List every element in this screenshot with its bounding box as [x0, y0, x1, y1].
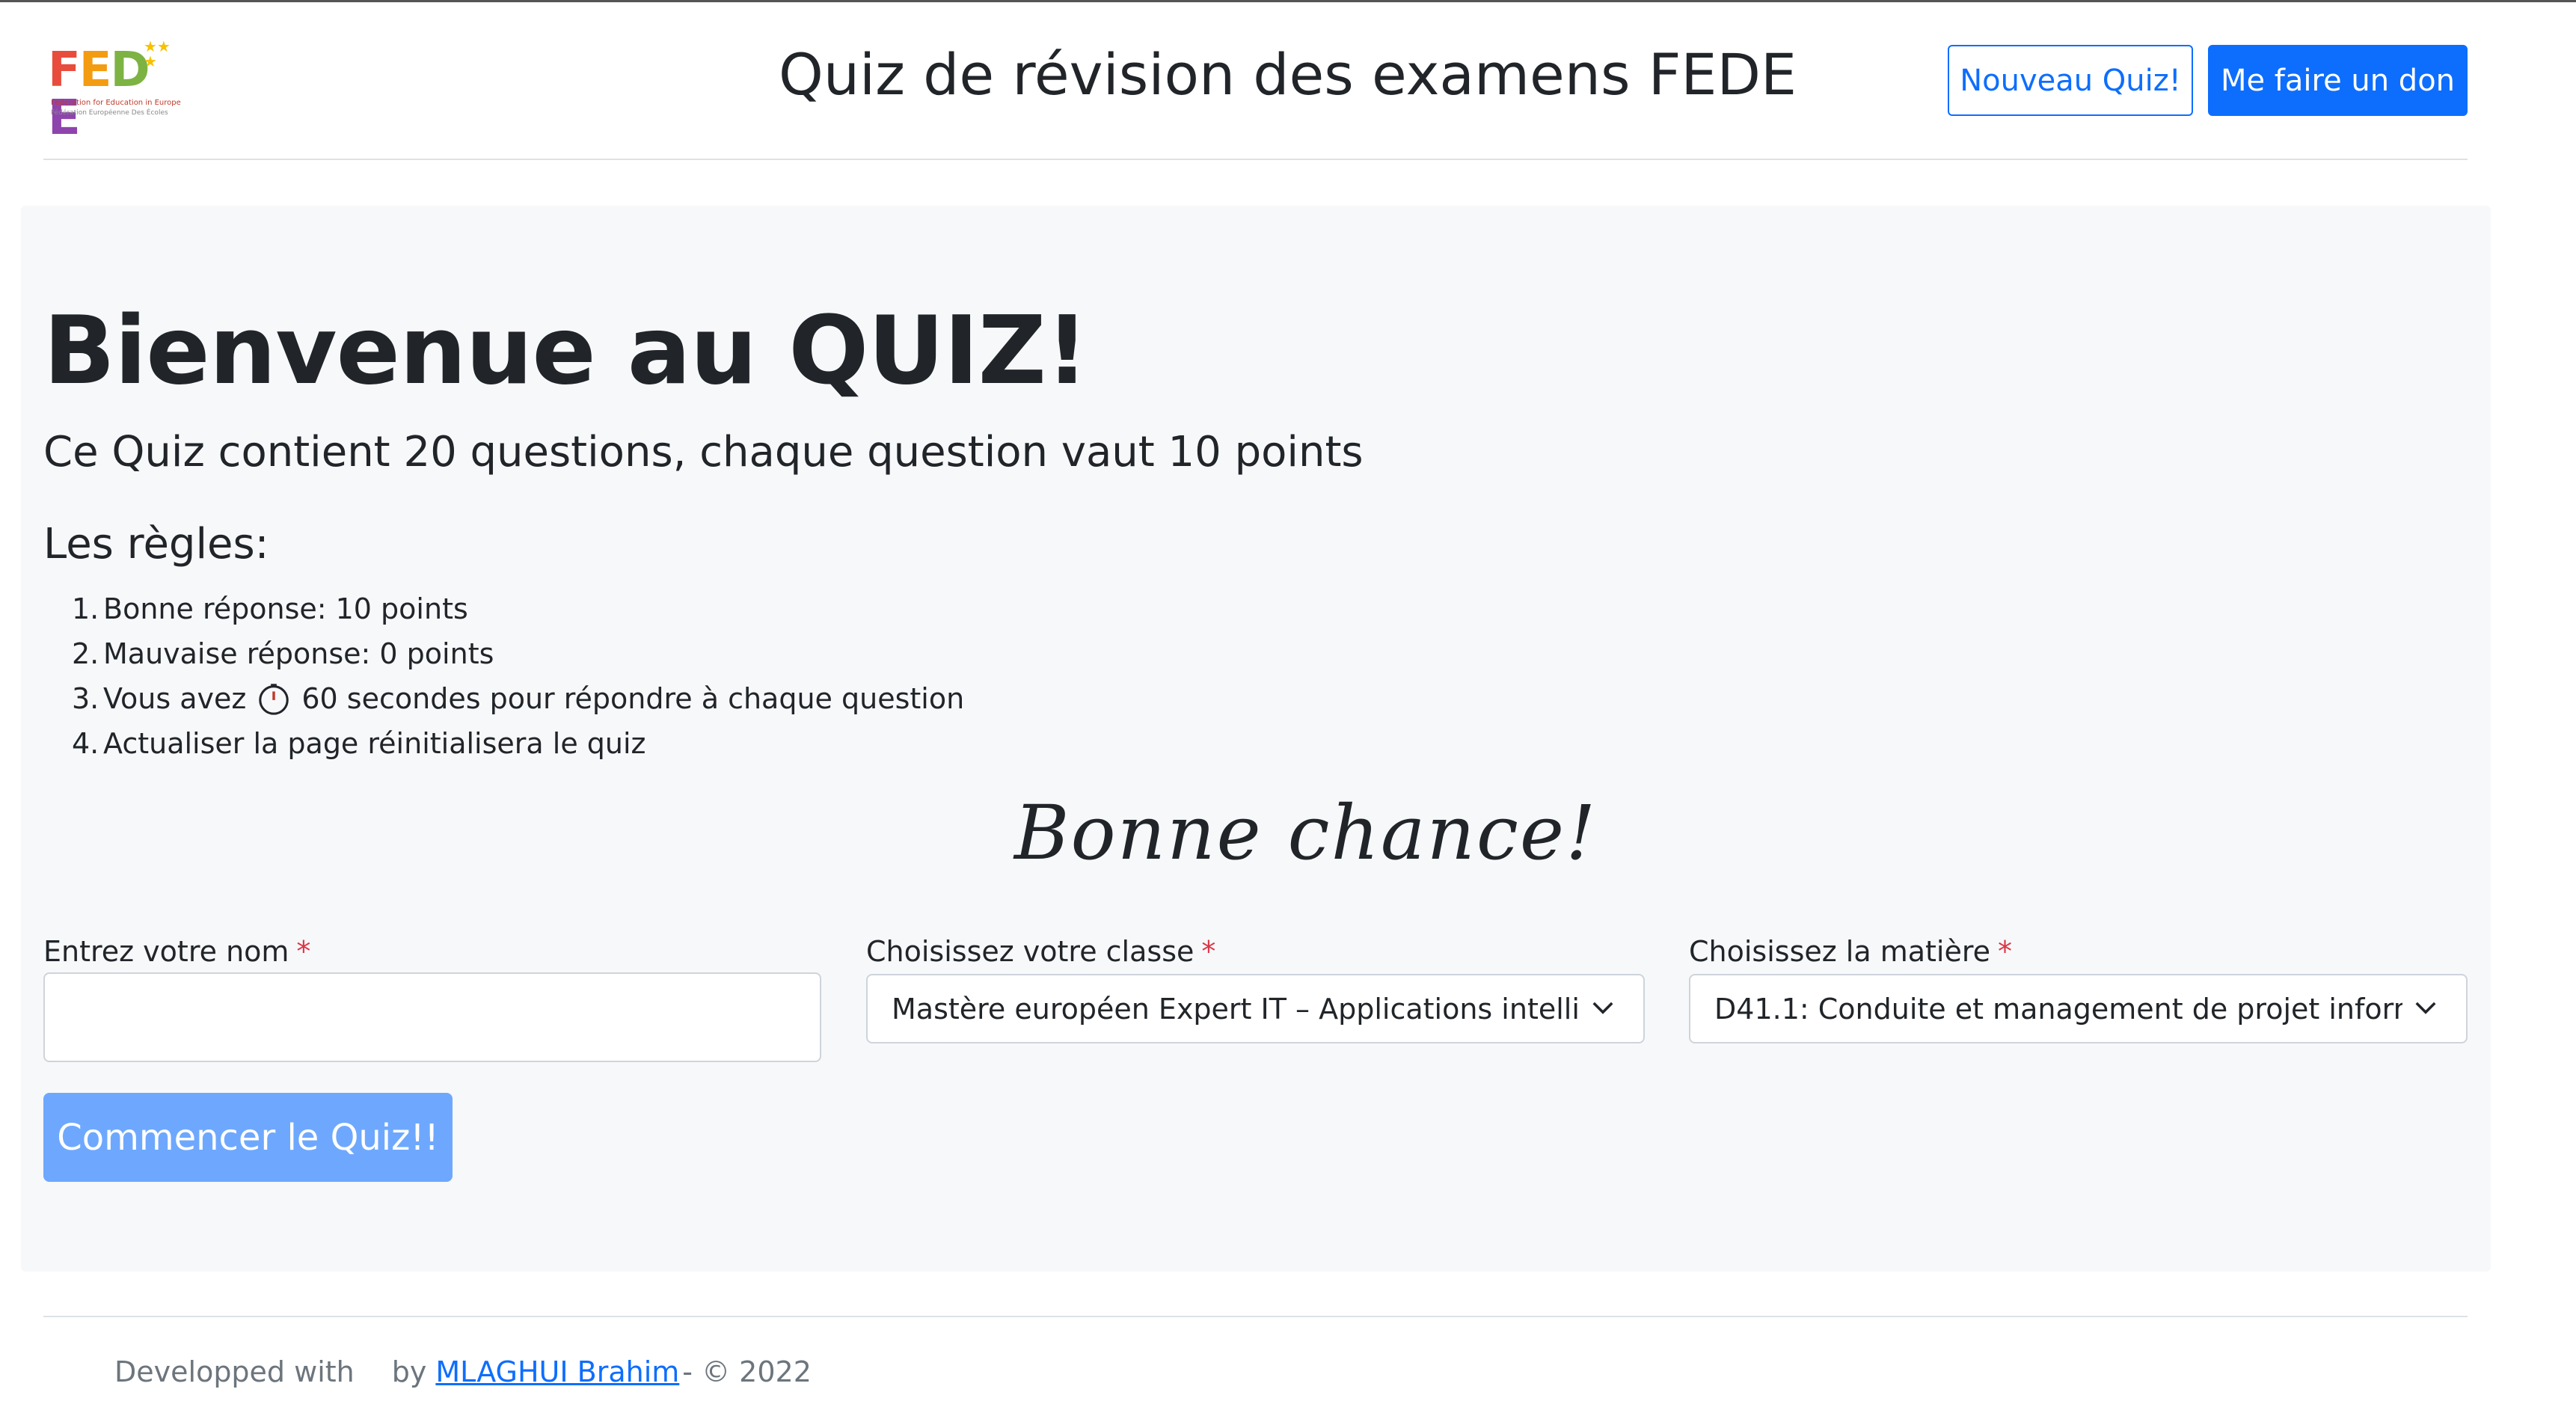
required-mark: *: [1998, 935, 2013, 968]
welcome-heading: Bienvenue au QUIZ!: [43, 295, 1088, 405]
required-mark: *: [296, 935, 311, 968]
subject-select-value: D41.1: Conduite et management de projet …: [1714, 992, 2402, 1026]
rule-text: Actualiser la page réinitialisera le qui…: [103, 727, 646, 760]
eu-stars-icon: ★★ ★: [144, 37, 171, 70]
author-link[interactable]: MLAGHUI Brahim: [435, 1355, 679, 1388]
rule-item: 4. Actualiser la page réinitialisera le …: [72, 721, 964, 766]
subject-label-text: Choisissez la matière: [1689, 935, 1991, 968]
rule-number: 1.: [72, 592, 99, 625]
footer-divider: [43, 1316, 2468, 1317]
rule-number: 4.: [72, 727, 99, 760]
timer-icon: [259, 684, 289, 715]
name-input[interactable]: [43, 972, 821, 1062]
rule-item: 3. Vous avez 60 secondes pour répondre à…: [72, 676, 964, 721]
rule-number: 2.: [72, 637, 99, 670]
rule-text: Mauvaise réponse: 0 points: [103, 637, 494, 670]
quiz-description: Ce Quiz contient 20 questions, chaque qu…: [43, 428, 1364, 476]
class-label: Choisissez votre classe *: [866, 935, 1215, 968]
site-title: Quiz de révision des examens FEDE: [779, 41, 1797, 108]
rule-text: Vous avez: [103, 682, 247, 715]
chevron-down-icon: [1592, 1002, 1613, 1014]
rules-title: Les règles:: [43, 520, 269, 568]
footer-by: by: [391, 1355, 427, 1388]
heart-icon: [355, 1355, 392, 1388]
footer-prefix: Developped with: [114, 1355, 355, 1388]
class-label-text: Choisissez votre classe: [866, 935, 1195, 968]
class-select[interactable]: Mastère européen Expert IT – Application…: [866, 974, 1645, 1043]
rules-list: 1. Bonne réponse: 10 points 2. Mauvaise …: [72, 586, 964, 766]
top-border: [0, 0, 2576, 2]
name-label: Entrez votre nom *: [43, 935, 310, 968]
new-quiz-button[interactable]: Nouveau Quiz!: [1948, 45, 2193, 116]
subject-label: Choisissez la matière *: [1689, 935, 2012, 968]
donate-button[interactable]: Me faire un don: [2208, 45, 2468, 116]
rule-number: 3.: [72, 682, 99, 715]
logo-tagline: Federation for Education in Europe: [51, 99, 181, 107]
required-mark: *: [1201, 935, 1216, 968]
chevron-down-icon: [2415, 1002, 2436, 1014]
footer: Developped with by MLAGHUI Brahim - © 20…: [114, 1355, 812, 1388]
class-select-value: Mastère européen Expert IT – Application…: [892, 992, 1580, 1026]
footer-copyright: - © 2022: [682, 1355, 812, 1388]
subject-select[interactable]: D41.1: Conduite et management de projet …: [1689, 974, 2468, 1043]
fede-logo[interactable]: FEDE ★★ ★ Federation for Education in Eur…: [48, 37, 181, 142]
start-quiz-button[interactable]: Commencer le Quiz!!: [43, 1093, 453, 1182]
logo-tagline-fr: Fédération Européenne Des Écoles: [51, 109, 168, 117]
rule-text: 60 secondes pour répondre à chaque quest…: [301, 682, 965, 715]
logo-letter: F: [48, 43, 81, 98]
rule-text: Bonne réponse: 10 points: [103, 592, 468, 625]
logo-letter: D: [110, 43, 150, 98]
rule-item: 2. Mauvaise réponse: 0 points: [72, 631, 964, 676]
header-divider: [43, 159, 2468, 160]
name-label-text: Entrez votre nom: [43, 935, 289, 968]
logo-letter: E: [79, 43, 112, 98]
rule-item: 1. Bonne réponse: 10 points: [72, 586, 964, 631]
good-luck-text: Bonne chance!: [1014, 789, 1598, 877]
